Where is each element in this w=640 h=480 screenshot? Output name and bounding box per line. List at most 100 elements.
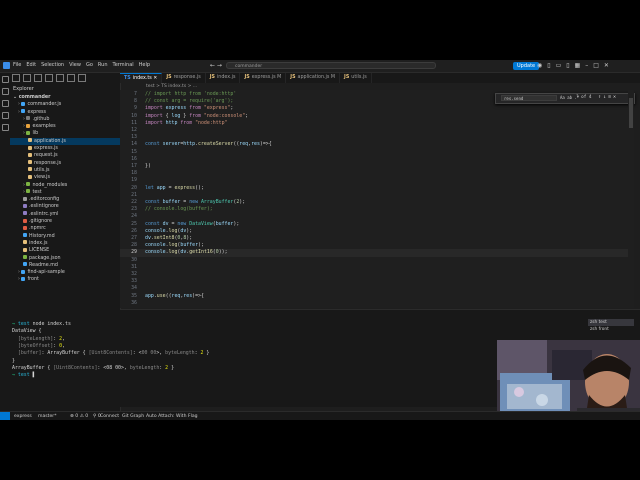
terminal-line: } <box>12 358 15 365</box>
explorer-icon[interactable] <box>12 74 20 82</box>
find-input[interactable]: res.send <box>501 95 557 101</box>
menu-item[interactable]: View <box>69 62 81 68</box>
editor-scrollbar[interactable] <box>628 90 634 308</box>
line-number: 20 <box>131 184 137 191</box>
extensions-activity-icon[interactable] <box>1 124 9 131</box>
menu-item[interactable]: Go <box>86 62 93 68</box>
code-line: 33 <box>120 278 628 285</box>
editor-tab[interactable]: JS express.js M <box>240 73 287 83</box>
status-branch[interactable]: master* <box>38 412 57 420</box>
editor-tab[interactable]: JS index.js <box>206 73 241 83</box>
terminal-token: : < <box>97 364 107 371</box>
tree-item[interactable]: › test <box>10 189 120 196</box>
tree-item[interactable]: › commander.js <box>10 101 120 108</box>
run-debug-icon[interactable] <box>45 74 53 82</box>
layout-customize-icon[interactable]: ▦ <box>575 62 581 69</box>
nav-arrows[interactable]: ← → <box>210 62 222 69</box>
source-control-icon[interactable] <box>34 74 42 82</box>
tree-item[interactable]: .npmrc <box>10 225 120 232</box>
code-token: use <box>156 292 166 299</box>
menu-item[interactable]: Help <box>139 62 150 68</box>
command-center[interactable]: commander <box>226 62 436 69</box>
tree-item[interactable]: index.js <box>10 240 120 247</box>
tree-item[interactable]: package.json <box>10 255 120 262</box>
tree-item-label: commander.js <box>27 102 62 108</box>
scrollbar-thumb[interactable] <box>629 98 633 128</box>
tree-item[interactable]: .editorconfig <box>10 196 120 203</box>
minimize-icon[interactable]: – <box>585 62 588 69</box>
status-folder[interactable]: express <box>14 412 32 420</box>
menu-item[interactable]: Terminal <box>113 62 134 68</box>
tree-item[interactable]: view.js <box>10 174 120 181</box>
source-control-activity-icon[interactable] <box>1 100 9 107</box>
js-file-icon <box>28 138 32 143</box>
code-token: DataView <box>189 220 213 227</box>
remote-indicator-icon[interactable] <box>0 412 10 420</box>
terminal-token: test <box>17 321 33 327</box>
menu-item[interactable]: Edit <box>26 62 36 68</box>
tree-item[interactable]: LICENSE <box>10 247 120 254</box>
line-number: 25 <box>131 220 137 227</box>
tree-item-label: package.json <box>29 255 61 261</box>
tree-item[interactable]: application.js <box>10 137 120 146</box>
menu-item[interactable]: File <box>13 62 21 68</box>
close-tab-icon[interactable]: ✕ <box>152 76 157 81</box>
status-problems[interactable]: ⊗ 0 ⚠ 0 <box>70 412 88 420</box>
terminal-session[interactable]: zsh test <box>588 319 634 326</box>
account-icon[interactable]: ◉ <box>537 62 542 69</box>
tree-item[interactable]: .gitignore <box>10 218 120 225</box>
title-bar: File Edit Selection View Go Run Terminal Help ←… <box>0 60 640 73</box>
run-activity-icon[interactable] <box>1 112 9 119</box>
layout-secondary-icon[interactable]: ▯ <box>566 62 569 69</box>
code-line: 22 const buffer = new ArrayBuffer(2); <box>120 199 628 206</box>
tree-item[interactable]: .eslintignore <box>10 203 120 210</box>
menu-item[interactable]: Selection <box>41 62 64 68</box>
layout-panel-icon[interactable]: ▭ <box>556 62 562 69</box>
code-token: let <box>145 184 157 191</box>
close-icon[interactable]: ✕ <box>604 62 609 69</box>
code-editor[interactable]: 7 // import http from 'node:http' 8 // cons… <box>120 90 635 308</box>
tree-item[interactable]: request.js <box>10 152 120 159</box>
tree-item[interactable]: › .github <box>10 116 120 123</box>
code-token: )=>{ <box>259 141 272 148</box>
tree-item[interactable]: › find-api-sample <box>10 269 120 276</box>
close-find-icon[interactable]: ✕ <box>613 94 618 100</box>
breadcrumb[interactable]: test > TS index.ts > ... <box>120 83 640 90</box>
menu-item[interactable]: Run <box>98 62 108 68</box>
status-auto-attach[interactable]: Auto Attach: With Flag <box>146 412 198 420</box>
tree-item[interactable]: utils.js <box>10 167 120 174</box>
search-activity-icon[interactable] <box>1 88 9 95</box>
tree-item[interactable]: response.js <box>10 160 120 167</box>
remote-icon[interactable] <box>67 74 75 82</box>
search-icon[interactable] <box>23 74 31 82</box>
tree-item[interactable]: › express <box>10 109 120 116</box>
terminal-session[interactable]: zsh front <box>588 326 634 333</box>
layout-sidebar-icon[interactable]: ▯ <box>547 62 550 69</box>
line-number: 22 <box>131 199 137 205</box>
editor-tab[interactable]: JS response.js <box>162 73 206 83</box>
tree-item[interactable]: Readme.md <box>10 262 120 269</box>
status-connect[interactable]: Connect <box>100 412 119 420</box>
status-git-graph[interactable]: Git Graph <box>122 412 144 420</box>
editor-tab[interactable]: TS index.ts ✕ <box>120 73 163 83</box>
tree-item[interactable]: › front <box>10 276 120 283</box>
terminal-token: [Uint8Contents] <box>53 364 98 371</box>
tree-item-label: .eslintignore <box>29 204 59 210</box>
editor-tab[interactable]: JS application.js M <box>286 73 341 83</box>
tree-item[interactable]: › node_modules <box>10 182 120 189</box>
tree-item[interactable]: › examples <box>10 123 120 130</box>
extensions-icon[interactable] <box>56 74 64 82</box>
tree-item[interactable]: .eslintrc.yml <box>10 211 120 218</box>
tree-item[interactable]: History.md <box>10 233 120 240</box>
code-token: ); <box>186 235 193 241</box>
code-line: 36 <box>120 300 628 307</box>
editor-tab[interactable]: JS utils.js <box>340 73 372 83</box>
workspace-root[interactable]: ⌄ commander <box>10 94 120 101</box>
tree-item[interactable]: express.js <box>10 145 120 152</box>
testing-icon[interactable] <box>78 74 86 82</box>
line-code: const dv = new DataView(buffer); <box>145 221 239 228</box>
explorer-activity-icon[interactable] <box>1 76 9 83</box>
tree-item[interactable]: › lib <box>10 130 120 137</box>
maximize-icon[interactable]: □ <box>593 62 599 69</box>
update-button[interactable]: Update <box>513 62 540 70</box>
